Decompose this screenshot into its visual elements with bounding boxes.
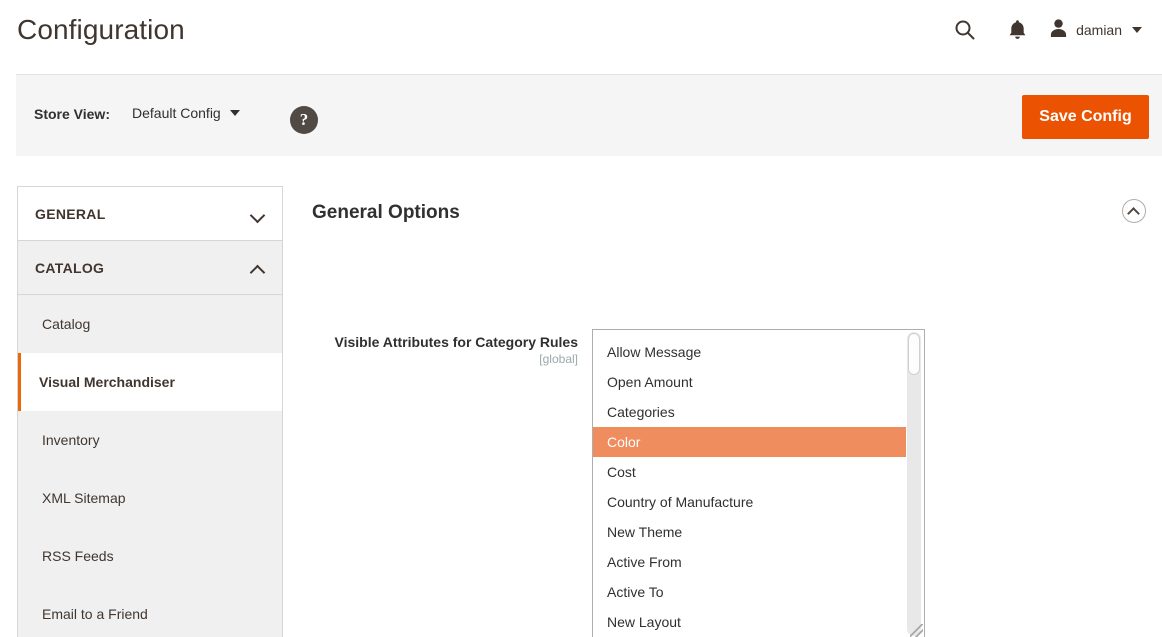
sidebar-item-email-to-a-friend[interactable]: Email to a Friend [18, 585, 282, 637]
field-label: Visible Attributes for Category Rules [334, 334, 579, 350]
sidebar-item-label: Visual Merchandiser [39, 374, 175, 390]
section-title: General Options [312, 202, 460, 223]
store-view-switcher[interactable]: Default Config [132, 105, 240, 121]
multiselect-option[interactable]: Categories [593, 397, 906, 427]
sidebar-item-rss-feeds[interactable]: RSS Feeds [18, 527, 282, 585]
user-name: damian [1076, 22, 1122, 38]
page-title: Configuration [17, 14, 185, 45]
sidebar-item-label: XML Sitemap [42, 490, 126, 506]
scrollbar-thumb[interactable] [908, 333, 920, 375]
multiselect-options: Allow Message Open Amount Categories Col… [593, 337, 906, 637]
sidebar-item-label: Email to a Friend [42, 606, 148, 622]
chevron-down-icon [229, 110, 240, 116]
multiselect-option-selected[interactable]: Color [593, 427, 906, 457]
sidebar-item-inventory[interactable]: Inventory [18, 411, 282, 469]
notifications-button[interactable] [991, 13, 1043, 47]
field-visible-attributes: Visible Attributes for Category Rules [g… [312, 248, 1148, 637]
configuration-sidebar: GENERAL CATALOG Catalog Visual Merchandi… [17, 186, 283, 637]
sidebar-item-label: RSS Feeds [42, 548, 114, 564]
chevron-up-icon [251, 264, 264, 272]
multiselect-option[interactable]: Active From [593, 547, 906, 577]
sidebar-section-catalog[interactable]: CATALOG [18, 241, 282, 295]
page-header: Configuration damian [0, 0, 1162, 68]
sidebar-item-visual-merchandiser[interactable]: Visual Merchandiser [18, 353, 282, 411]
sidebar-item-label: Inventory [42, 432, 100, 448]
store-view-label: Store View: [34, 106, 110, 122]
visible-attributes-multiselect[interactable]: Allow Message Open Amount Categories Col… [592, 329, 925, 637]
search-icon [954, 19, 976, 41]
section-header: General Options [312, 186, 1148, 248]
resize-handle-icon[interactable] [910, 624, 923, 637]
multiselect-option[interactable]: Country of Manufacture [593, 487, 906, 517]
field-scope: [global] [539, 352, 578, 366]
sidebar-section-general-label: GENERAL [35, 205, 106, 222]
sidebar-item-xml-sitemap[interactable]: XML Sitemap [18, 469, 282, 527]
chevron-down-icon [1132, 27, 1142, 33]
multiselect-option[interactable]: Cost [593, 457, 906, 487]
header-actions: damian [939, 13, 1148, 47]
multiselect-option[interactable]: New Layout [593, 607, 906, 637]
bell-icon [1008, 19, 1027, 41]
sidebar-item-label: Catalog [42, 316, 91, 332]
sidebar-section-catalog-label: CATALOG [35, 259, 105, 276]
chevron-up-circle-icon[interactable] [1122, 199, 1146, 223]
sidebar-section-general[interactable]: GENERAL [18, 187, 282, 241]
save-config-button[interactable]: Save Config [1022, 95, 1149, 139]
user-avatar-icon [1049, 18, 1068, 43]
multiselect-option[interactable]: New Theme [593, 517, 906, 547]
multiselect-scrollbar[interactable] [907, 332, 921, 636]
search-button[interactable] [939, 13, 991, 47]
help-icon[interactable]: ? [290, 106, 318, 134]
sidebar-item-catalog[interactable]: Catalog [18, 295, 282, 353]
multiselect-option[interactable]: Active To [593, 577, 906, 607]
multiselect-option[interactable]: Open Amount [593, 367, 906, 397]
user-menu[interactable]: damian [1043, 13, 1148, 47]
store-view-bar: Store View: Default Config ? Save Config [16, 74, 1162, 156]
sidebar-catalog-items: Catalog Visual Merchandiser Inventory XM… [18, 295, 282, 637]
multiselect-option[interactable]: Allow Message [593, 337, 906, 367]
chevron-down-icon [251, 210, 264, 218]
chevron-up-glyph [1127, 207, 1140, 220]
store-view-value: Default Config [132, 105, 221, 121]
main-content: General Options Visible Attributes for C… [312, 186, 1148, 637]
field-label-wrap: Visible Attributes for Category Rules [g… [312, 334, 579, 366]
